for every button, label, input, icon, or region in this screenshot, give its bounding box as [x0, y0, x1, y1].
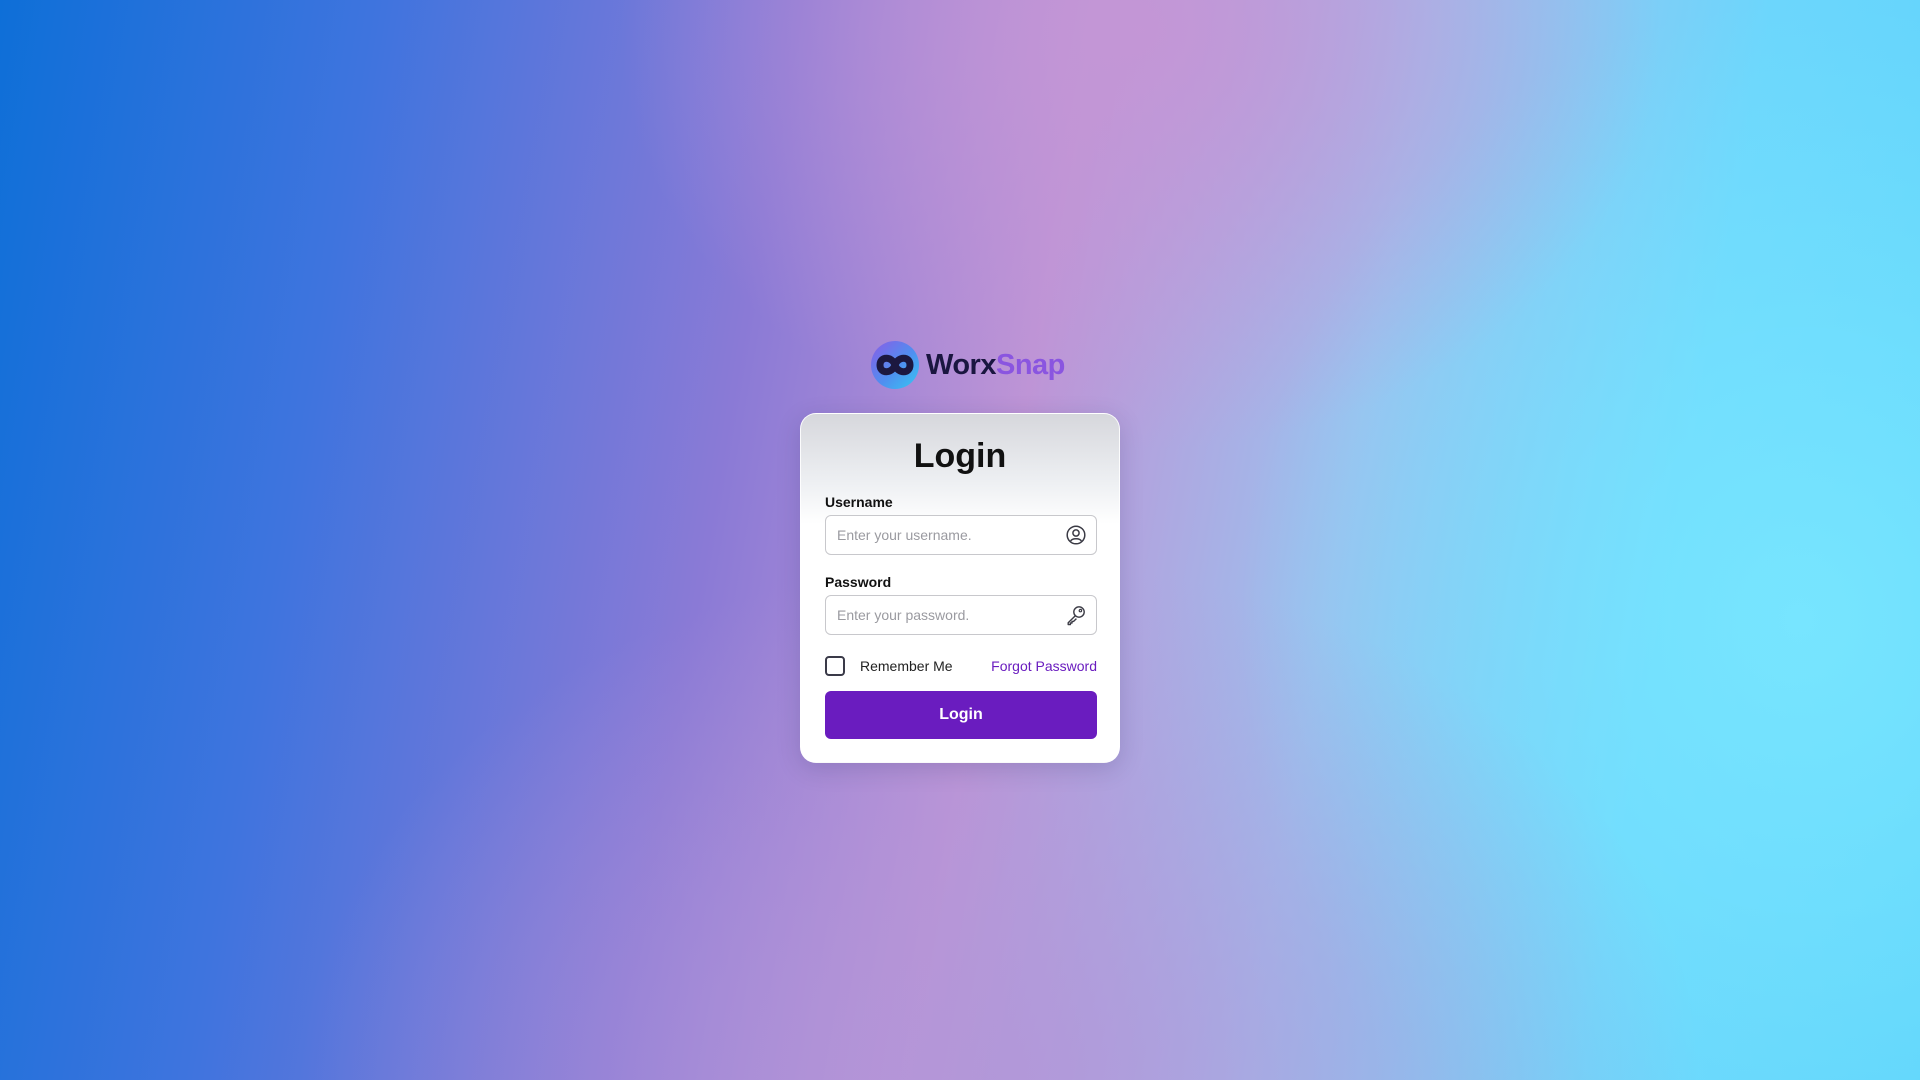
brand-logo: WorxSnap — [866, 340, 1065, 390]
login-title: Login — [913, 437, 1007, 475]
username-label: Username — [825, 494, 893, 510]
password-field-wrapper — [825, 595, 1097, 635]
infinity-logo-icon — [866, 340, 922, 390]
username-field-wrapper — [825, 515, 1097, 555]
password-input[interactable] — [826, 596, 1065, 634]
forgot-password-link[interactable]: Forgot Password — [991, 658, 1097, 674]
username-input[interactable] — [826, 516, 1065, 554]
brand-name-part2: Snap — [995, 348, 1065, 381]
brand-name: WorxSnap — [926, 349, 1065, 382]
remember-row: Remember Me Forgot Password — [825, 654, 1097, 678]
login-card: Login Username Password Remember Me Forg… — [800, 413, 1120, 763]
brand-name-part1: Worx — [926, 348, 996, 381]
user-circle-icon — [1065, 524, 1087, 546]
remember-me-checkbox[interactable] — [825, 656, 845, 676]
remember-me-label: Remember Me — [860, 658, 953, 674]
password-label: Password — [825, 574, 892, 590]
login-button[interactable]: Login — [825, 691, 1097, 739]
key-icon — [1065, 604, 1087, 626]
